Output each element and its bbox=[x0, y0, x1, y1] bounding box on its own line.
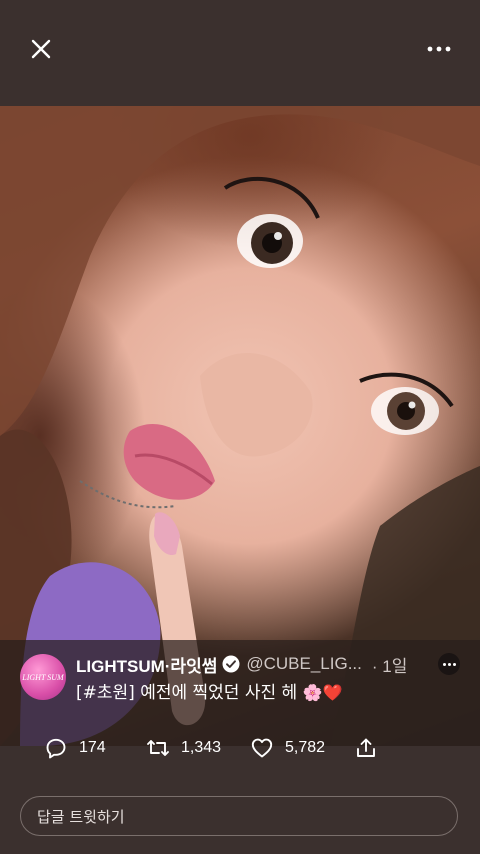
heart-icon bbox=[251, 738, 273, 758]
reply-input[interactable]: 답글 트윗하기 bbox=[20, 796, 458, 836]
retweet-icon bbox=[147, 740, 169, 756]
avatar[interactable]: LIGHT SUM bbox=[20, 654, 66, 700]
retweet-count: 1,343 bbox=[181, 739, 222, 756]
author-handle[interactable]: @CUBE_LIG... bbox=[246, 654, 362, 674]
verified-badge-icon bbox=[222, 655, 240, 673]
share-icon bbox=[357, 738, 375, 757]
like-button[interactable]: 5,782 bbox=[250, 730, 325, 766]
reply-placeholder: 답글 트윗하기 bbox=[37, 807, 125, 826]
tweet-more-button[interactable] bbox=[438, 653, 460, 675]
avatar-text: LIGHT SUM bbox=[22, 672, 64, 682]
tweet-actions: 174 1,343 5,782 bbox=[0, 730, 480, 766]
reply-icon bbox=[46, 738, 66, 759]
tweet-time: · 1일 bbox=[371, 656, 408, 676]
share-button[interactable] bbox=[354, 730, 378, 766]
top-bar bbox=[0, 0, 480, 104]
close-icon[interactable] bbox=[26, 34, 56, 64]
retweet-button[interactable]: 1,343 bbox=[146, 730, 221, 766]
tweet-emojis: 🌸❤️ bbox=[302, 683, 343, 702]
reply-count: 174 bbox=[79, 739, 106, 756]
tweet-author-row: LIGHTSUM·라잇썸 @CUBE_LIG... · 1일 bbox=[76, 652, 407, 676]
tweet-text: [#초원] 예전에 찍었던 사진 헤 🌸❤️ bbox=[76, 678, 342, 703]
reply-button[interactable]: 174 bbox=[44, 730, 106, 766]
like-count: 5,782 bbox=[285, 739, 326, 756]
more-horizontal-icon[interactable] bbox=[424, 36, 454, 62]
author-name[interactable]: LIGHTSUM·라잇썸 bbox=[76, 652, 217, 677]
tweet-text-content: [#초원] 예전에 찍었던 사진 헤 bbox=[76, 683, 298, 703]
